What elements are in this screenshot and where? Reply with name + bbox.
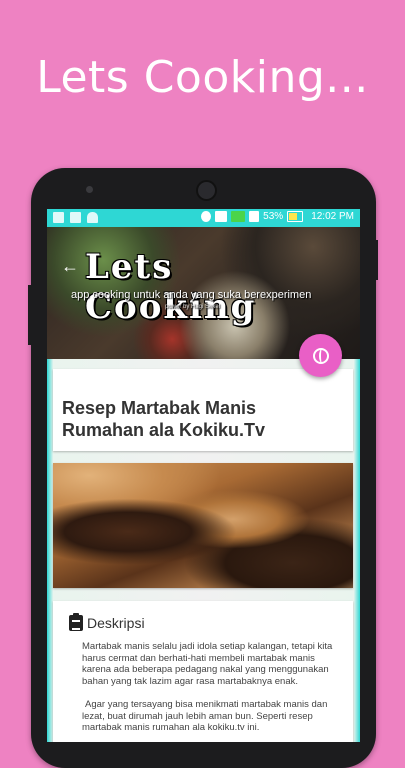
proximity-sensor bbox=[86, 186, 93, 193]
arrow-back-icon[interactable]: ← bbox=[61, 257, 79, 275]
promo-headline: Lets Cooking... bbox=[36, 52, 369, 103]
signal-2-icon bbox=[249, 211, 260, 222]
status-bar: 53% 12:02 PM bbox=[47, 209, 360, 227]
title-card: Resep Martabak Manis Rumahan ala Kokiku.… bbox=[53, 369, 353, 451]
description-paragraph: Martabak manis selalu jadi idola setiap … bbox=[82, 641, 333, 687]
hplus-icon bbox=[215, 211, 228, 222]
app-subtitle: app cooking untuk anda yang suka berexpe… bbox=[71, 289, 312, 301]
android-icon bbox=[87, 212, 98, 223]
power-button bbox=[374, 240, 378, 280]
app-screen: 53% 12:02 PM ← Lets Cooking app cooking … bbox=[47, 209, 360, 742]
powered-by: power by Hagi Sekel bbox=[165, 304, 221, 310]
description-card: Deskripsi Martabak manis selalu jadi ido… bbox=[53, 601, 353, 742]
volume-button bbox=[28, 285, 32, 345]
battery-percent: 53% bbox=[263, 211, 284, 222]
description-heading: Deskripsi bbox=[87, 615, 145, 631]
globe-icon bbox=[312, 347, 329, 364]
description-text: Martabak manis selalu jadi idola setiap … bbox=[82, 641, 338, 742]
gallery-icon bbox=[53, 212, 64, 223]
recipe-title: Resep Martabak Manis Rumahan ala Kokiku.… bbox=[62, 398, 266, 440]
alarm-icon bbox=[201, 211, 212, 222]
signal-icon bbox=[231, 211, 246, 222]
app-title: Lets Cooking bbox=[85, 247, 257, 327]
recipe-photo bbox=[53, 463, 353, 588]
battery-icon bbox=[287, 211, 304, 222]
open-web-button[interactable] bbox=[299, 334, 342, 377]
description-paragraph: Agar yang tersayang bisa menikmati marta… bbox=[82, 699, 328, 733]
clipboard-icon bbox=[69, 613, 83, 631]
clock: 12:02 PM bbox=[311, 211, 354, 222]
message-icon bbox=[70, 212, 81, 223]
front-camera bbox=[196, 180, 217, 201]
recipe-content[interactable]: Resep Martabak Manis Rumahan ala Kokiku.… bbox=[47, 359, 360, 742]
phone-bezel-top bbox=[31, 168, 376, 208]
